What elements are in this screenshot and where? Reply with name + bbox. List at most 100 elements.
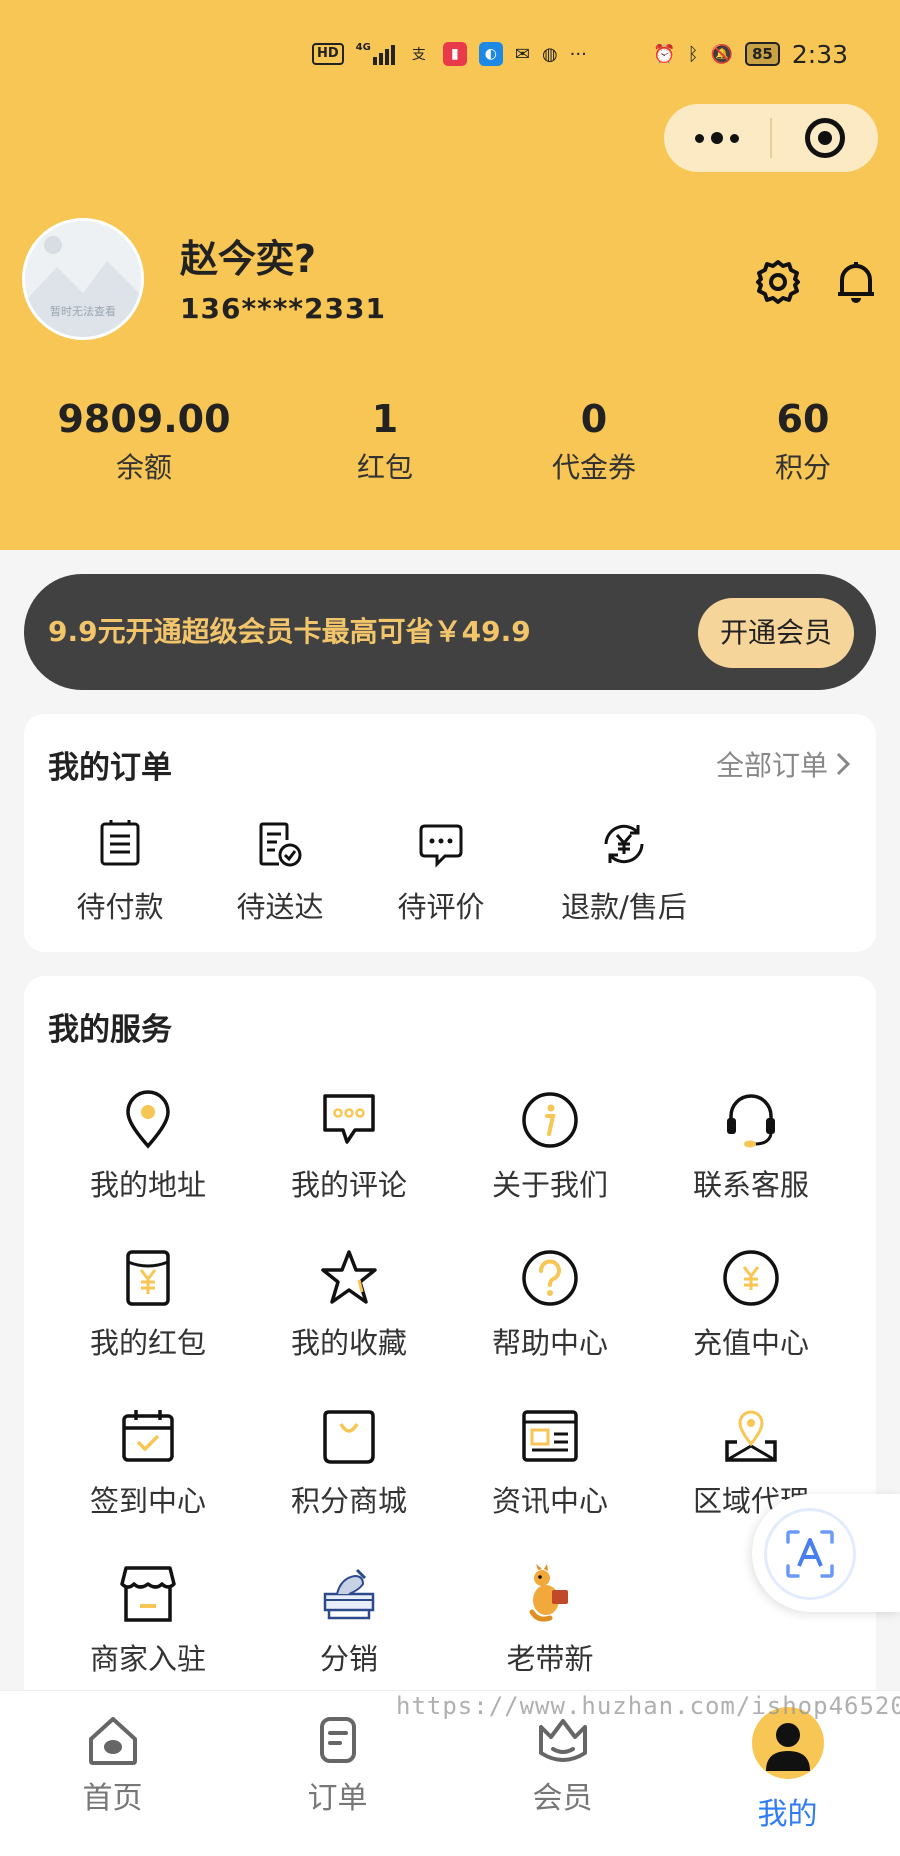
tab-label: 订单 <box>307 1781 368 1816</box>
chat-icon <box>323 1094 375 1144</box>
service-label: 我的红包 <box>89 1326 206 1360</box>
order-pending-payment[interactable]: 待付款 <box>60 820 180 926</box>
signal-icon: 4G <box>356 43 395 65</box>
help-icon <box>522 1250 578 1306</box>
location-icon <box>126 1090 170 1149</box>
tab-label: 首页 <box>82 1781 143 1816</box>
stat-label: 代金券 <box>551 451 636 484</box>
service-distribution[interactable]: 分销 <box>249 1564 449 1678</box>
info-icon <box>522 1092 578 1148</box>
services-card: 我的服务 我的地址 我的评论 关于我们 联系客服 我的红包 我的收藏 帮助中心 … <box>24 976 876 1716</box>
service-label: 我的地址 <box>89 1168 206 1202</box>
stat-balance[interactable]: 9809.00 余额 <box>44 392 244 490</box>
open-membership-button[interactable]: 开通会员 <box>698 598 854 668</box>
clock: 2:33 <box>791 39 848 69</box>
service-my-red-packet[interactable]: 我的红包 <box>48 1248 248 1362</box>
notifications-button[interactable] <box>830 256 882 308</box>
service-label: 分销 <box>319 1642 378 1676</box>
tab-label: 我的 <box>757 1797 818 1832</box>
tab-home[interactable]: 首页 <box>0 1691 225 1831</box>
order-pending-delivery[interactable]: 待送达 <box>220 820 340 926</box>
order-label: 退款/售后 <box>561 890 687 924</box>
order-label: 待付款 <box>76 890 164 924</box>
stat-red-packet[interactable]: 1 红包 <box>285 392 485 490</box>
service-refer-friend[interactable]: 老带新 <box>450 1564 650 1678</box>
more-notifications-icon: ··· <box>569 43 587 65</box>
mute-icon: 🔕 <box>710 43 733 65</box>
order-refund[interactable]: 退款/售后 <box>554 820 694 926</box>
status-bar-right: ⏰ ᛒ 🔕 85 2:33 <box>653 36 848 72</box>
service-label: 充值中心 <box>692 1326 809 1360</box>
service-merchant-join[interactable]: 商家入驻 <box>48 1564 248 1678</box>
settings-button[interactable] <box>752 256 804 308</box>
service-help-center[interactable]: 帮助中心 <box>450 1248 650 1362</box>
service-label: 帮助中心 <box>491 1326 608 1360</box>
stat-points[interactable]: 60 积分 <box>703 392 900 490</box>
service-my-comments[interactable]: 我的评论 <box>249 1090 449 1204</box>
status-bar: HD 4G 支 ▮ ◐ ✉ ◍ ··· ⏰ ᛒ 🔕 85 2:33 <box>0 36 900 72</box>
home-icon <box>88 1717 137 1765</box>
services-title: 我的服务 <box>48 1012 172 1048</box>
all-orders-link[interactable]: 全部订单 <box>716 744 852 784</box>
service-label: 老带新 <box>506 1642 594 1676</box>
service-label: 商家入驻 <box>89 1642 206 1676</box>
floating-button-ring <box>764 1508 856 1600</box>
signal-type: 4G <box>355 42 371 53</box>
stat-value: 9809.00 <box>57 397 231 441</box>
service-label: 我的评论 <box>290 1168 407 1202</box>
reader-app-icon: ▮ <box>442 42 467 66</box>
store-icon <box>120 1566 176 1622</box>
comment-icon <box>419 824 463 868</box>
avatar[interactable]: 暂时无法查看 <box>22 218 144 340</box>
service-check-in[interactable]: 签到中心 <box>48 1406 248 1520</box>
bluetooth-icon: ᛒ <box>687 43 699 65</box>
stat-value: 60 <box>776 397 830 441</box>
star-icon <box>321 1250 377 1304</box>
refund-icon <box>604 824 644 864</box>
map-pin-icon <box>725 1410 777 1462</box>
calendar-check-icon <box>122 1410 174 1462</box>
service-label: 积分商城 <box>290 1484 407 1518</box>
service-label: 签到中心 <box>89 1484 206 1518</box>
order-pending-review[interactable]: 待评价 <box>381 820 501 926</box>
watermark: https://www.huzhan.com/ishop46520 <box>396 1692 900 1720</box>
service-about-us[interactable]: 关于我们 <box>450 1090 650 1204</box>
translate-icon <box>786 1530 834 1578</box>
chat-app-icon: ✉ <box>514 43 530 65</box>
service-my-address[interactable]: 我的地址 <box>48 1090 248 1204</box>
close-miniprogram-button[interactable] <box>772 104 878 172</box>
orders-card: 我的订单 全部订单 待付款 待送达 待评价 退款/售后 <box>24 714 876 952</box>
stat-voucher[interactable]: 0 代金券 <box>494 392 694 490</box>
service-contact-support[interactable]: 联系客服 <box>651 1090 851 1204</box>
service-label: 资讯中心 <box>491 1484 608 1518</box>
stat-value: 1 <box>371 397 399 441</box>
yuan-coin-icon <box>723 1250 779 1306</box>
user-name: 赵今奕? <box>180 237 317 281</box>
more-menu-button[interactable] <box>664 104 770 172</box>
service-news-center[interactable]: 资讯中心 <box>450 1406 650 1520</box>
alarm-icon: ⏰ <box>653 43 676 65</box>
cake-icon <box>323 1568 375 1620</box>
shopping-bag-icon <box>323 1410 375 1464</box>
vip-banner[interactable]: 9.9元开通超级会员卡最高可省￥49.9 开通会员 <box>24 574 876 690</box>
receipt-icon <box>100 820 140 866</box>
battery-icon: 85 <box>744 42 780 66</box>
headset-icon <box>727 1094 775 1148</box>
stat-value: 0 <box>580 397 608 441</box>
avatar-placeholder-text: 暂时无法查看 <box>50 305 116 318</box>
crown-icon <box>538 1719 587 1762</box>
service-label: 联系客服 <box>692 1168 809 1202</box>
news-icon <box>522 1410 578 1462</box>
floating-translate-button[interactable] <box>752 1494 900 1612</box>
service-recharge-center[interactable]: 充值中心 <box>651 1248 851 1362</box>
stat-label: 余额 <box>115 451 172 484</box>
kangaroo-icon <box>529 1564 568 1622</box>
order-label: 待评价 <box>397 890 485 924</box>
stat-label: 积分 <box>774 451 831 484</box>
red-packet-icon <box>126 1250 170 1306</box>
stat-label: 红包 <box>356 451 413 484</box>
delivery-check-icon <box>259 822 302 867</box>
service-points-mall[interactable]: 积分商城 <box>249 1406 449 1520</box>
service-my-favorites[interactable]: 我的收藏 <box>249 1248 449 1362</box>
vip-banner-text: 9.9元开通超级会员卡最高可省￥49.9 <box>48 615 531 648</box>
